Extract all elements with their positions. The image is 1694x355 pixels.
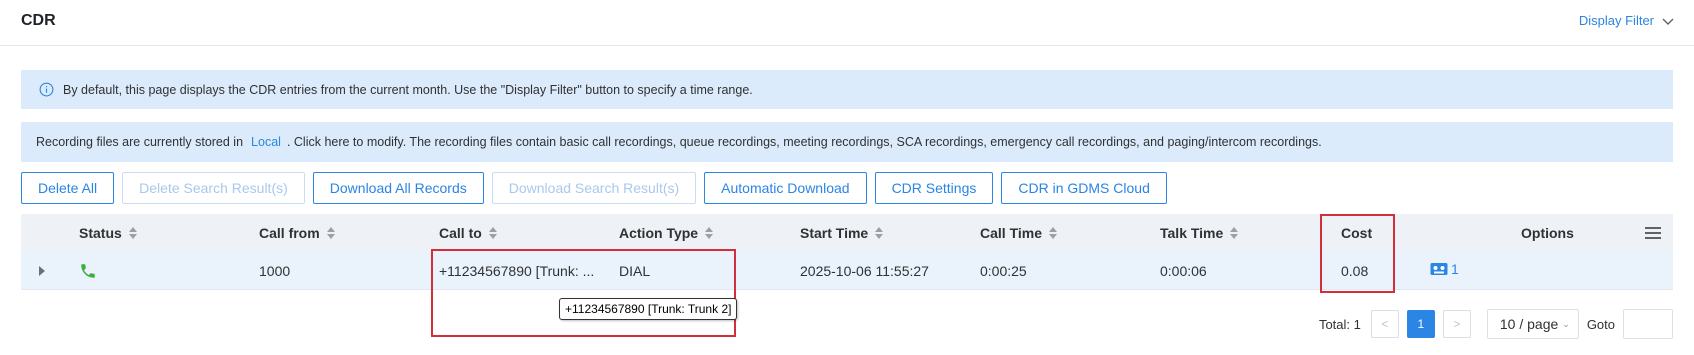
column-label: Call from [259,225,320,241]
column-header-start-time[interactable]: Start Time [800,225,884,241]
column-settings-menu-icon[interactable] [1645,227,1661,239]
recording-banner-suffix: . Click here to modify. The recording fi… [286,135,1322,149]
prev-page-button[interactable]: < [1370,310,1399,338]
page-title: CDR [21,12,56,29]
storage-location-link[interactable]: Local [251,135,281,149]
info-banner-text: By default, this page displays the CDR e… [63,82,753,97]
cdr-gdms-cloud-button[interactable]: CDR in GDMS Cloud [1001,172,1167,204]
sort-icon[interactable] [705,227,714,239]
sort-icon[interactable] [875,227,884,239]
recording-banner[interactable]: Recording files are currently stored in … [21,122,1673,162]
pagination: Total: 1 < 1 > 10 / page ⌄ Goto [1319,309,1673,339]
column-label: Options [1521,225,1574,241]
column-label: Action Type [619,225,699,241]
display-filter-label: Display Filter [1578,13,1654,28]
column-label: Start Time [800,225,869,241]
delete-search-results-button[interactable]: Delete Search Result(s) [122,172,305,204]
goto-page-input[interactable] [1623,309,1673,339]
column-label: Call to [439,225,482,241]
column-header-call-to[interactable]: Call to [439,225,497,241]
column-header-cost: Cost [1341,225,1372,241]
column-header-talk-time[interactable]: Talk Time [1160,225,1239,241]
column-label: Status [79,225,122,241]
info-banner: By default, this page displays the CDR e… [21,70,1673,109]
sort-icon[interactable] [488,227,497,239]
page-size-value: 10 / page [1499,316,1559,332]
column-header-options: Options [1521,225,1574,241]
page-number-button[interactable]: 1 [1406,310,1435,338]
call-to-tooltip: +11234567890 [Trunk: Trunk 2] [559,298,738,320]
column-header-call-from[interactable]: Call from [259,225,335,241]
chevron-down-icon [1662,18,1674,25]
column-label: Cost [1341,225,1373,241]
sort-icon[interactable] [326,227,335,239]
cell-call-time: 0:00:25 [980,263,1027,279]
goto-label: Goto [1586,316,1615,332]
column-label: Call Time [980,225,1042,241]
total-count: Total: 1 [1318,316,1361,332]
sort-icon[interactable] [1230,227,1239,239]
column-header-action-type[interactable]: Action Type [619,225,714,241]
column-header-status[interactable]: Status [79,225,137,241]
expand-row-icon[interactable] [39,266,45,276]
column-label: Talk Time [1160,225,1224,241]
sort-icon[interactable] [1049,227,1057,239]
table-header: Status Call from Call to Action Type Sta… [21,214,1673,252]
table-row[interactable]: 1000 +11234567890 [Trunk: ... DIAL 2025-… [21,252,1673,290]
recording-count: 1 [1451,261,1459,277]
chevron-down-icon: ⌄ [1562,318,1570,329]
column-header-call-time[interactable]: Call Time [980,225,1057,241]
cell-call-to: +11234567890 [Trunk: ... [439,263,595,279]
download-search-results-button[interactable]: Download Search Result(s) [491,172,697,204]
display-filter-toggle[interactable]: Display Filter [1579,13,1674,28]
cell-start-time: 2025-10-06 11:55:27 [800,263,929,279]
delete-all-button[interactable]: Delete All [21,172,115,204]
cdr-table: Status Call from Call to Action Type Sta… [21,214,1673,290]
cdr-settings-button[interactable]: CDR Settings [874,172,994,204]
cell-action-type: DIAL [619,263,651,279]
page-header: CDR Display Filter [0,0,1694,46]
download-all-records-button[interactable]: Download All Records [312,172,484,204]
next-page-button[interactable]: > [1442,310,1471,338]
cell-cost: 0.08 [1341,263,1369,279]
info-icon [39,82,54,97]
toolbar: Delete All Delete Search Result(s) Downl… [21,172,1175,204]
cell-call-from: 1000 [259,263,291,279]
automatic-download-button[interactable]: Automatic Download [704,172,867,204]
phone-answered-icon [81,264,95,278]
cassette-tape-icon [1430,263,1448,275]
page-size-select[interactable]: 10 / page ⌄ [1486,309,1579,339]
sort-icon[interactable] [128,227,137,239]
recording-banner-prefix: Recording files are currently stored in [36,135,244,149]
recording-download-button[interactable]: 1 [1430,261,1459,277]
cell-talk-time: 0:00:06 [1160,263,1207,279]
